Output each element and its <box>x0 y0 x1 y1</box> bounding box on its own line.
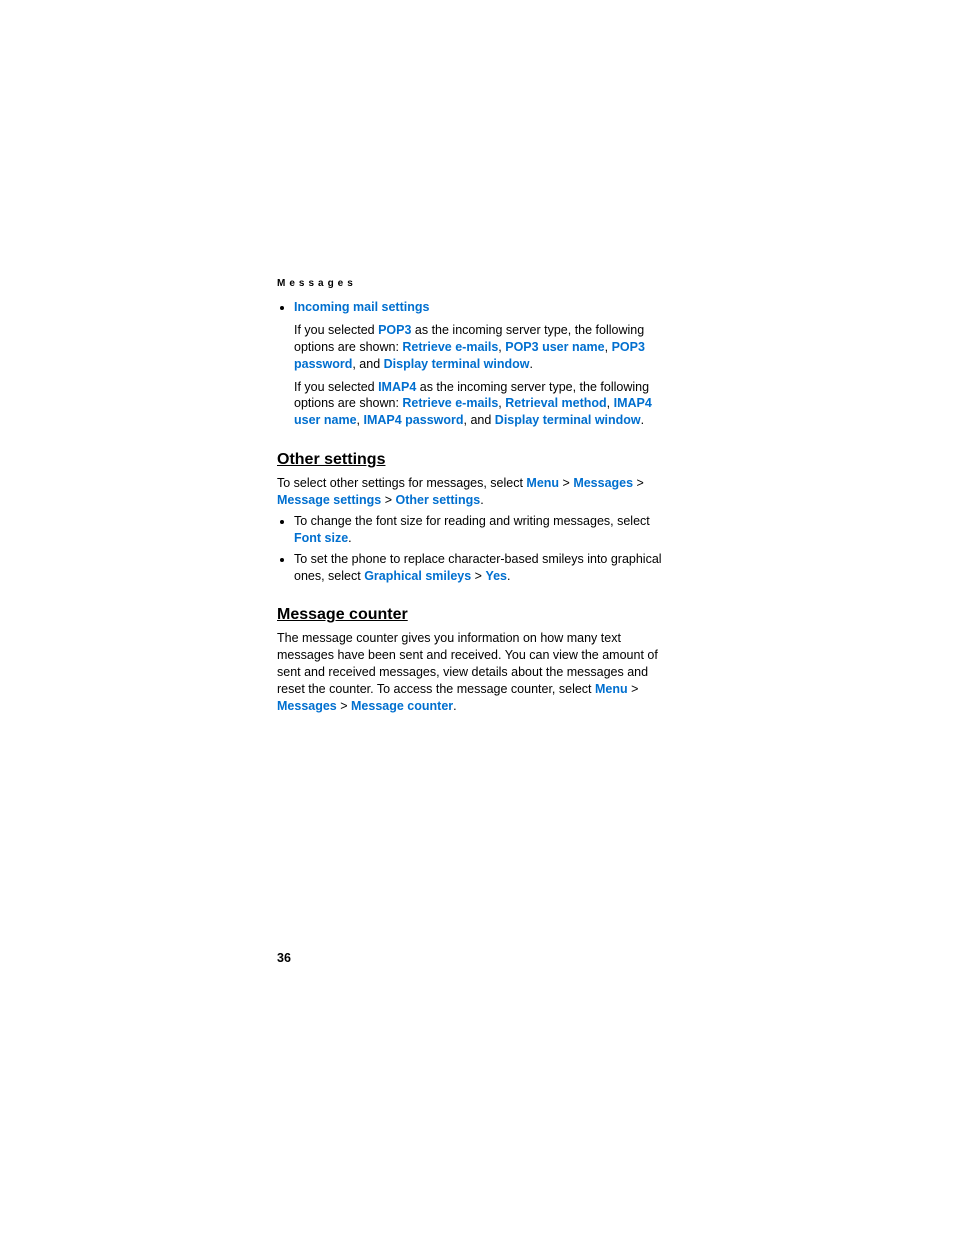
list-item: To set the phone to replace character-ba… <box>294 551 669 585</box>
message-counter-body: The message counter gives you informatio… <box>277 630 669 714</box>
imap4-link[interactable]: IMAP4 <box>378 380 416 394</box>
imap4-password-link[interactable]: IMAP4 password <box>363 413 463 427</box>
breadcrumb-sep: > <box>628 682 639 696</box>
text: , <box>605 340 612 354</box>
font-size-link[interactable]: Font size <box>294 531 348 545</box>
page-content: Messages Incoming mail settings If you s… <box>277 278 669 719</box>
incoming-mail-settings-link[interactable]: Incoming mail settings <box>294 300 429 314</box>
text: . <box>507 569 510 583</box>
text: . <box>530 357 533 371</box>
message-counter-heading: Message counter <box>277 606 669 624</box>
list-item: To change the font size for reading and … <box>294 513 669 547</box>
text: To change the font size for reading and … <box>294 514 650 528</box>
text: . <box>453 699 456 713</box>
breadcrumb-sep: > <box>633 476 644 490</box>
imap4-paragraph: If you selected IMAP4 as the incoming se… <box>294 379 669 430</box>
breadcrumb-sep: > <box>337 699 351 713</box>
pop3-link[interactable]: POP3 <box>378 323 411 337</box>
message-counter-link[interactable]: Message counter <box>351 699 453 713</box>
graphical-smileys-link[interactable]: Graphical smileys <box>364 569 471 583</box>
pop3-user-name-link[interactable]: POP3 user name <box>505 340 604 354</box>
breadcrumb-sep: > <box>559 476 573 490</box>
retrieval-method-link[interactable]: Retrieval method <box>505 396 606 410</box>
incoming-mail-list: Incoming mail settings If you selected P… <box>277 299 669 429</box>
breadcrumb-sep: > <box>471 569 485 583</box>
text: To select other settings for messages, s… <box>277 476 526 490</box>
retrieve-emails-link[interactable]: Retrieve e-mails <box>402 396 498 410</box>
page-number: 36 <box>277 951 291 965</box>
other-settings-link[interactable]: Other settings <box>395 493 480 507</box>
retrieve-emails-link[interactable]: Retrieve e-mails <box>402 340 498 354</box>
other-settings-list: To change the font size for reading and … <box>277 513 669 585</box>
yes-link[interactable]: Yes <box>485 569 507 583</box>
menu-link[interactable]: Menu <box>526 476 559 490</box>
text: , <box>607 396 614 410</box>
message-settings-link[interactable]: Message settings <box>277 493 381 507</box>
messages-link[interactable]: Messages <box>573 476 633 490</box>
text: If you selected <box>294 323 378 337</box>
messages-link[interactable]: Messages <box>277 699 337 713</box>
running-header: Messages <box>277 278 669 289</box>
text: , and <box>464 413 495 427</box>
other-settings-heading: Other settings <box>277 451 669 469</box>
text: . <box>348 531 351 545</box>
text: If you selected <box>294 380 378 394</box>
other-settings-intro: To select other settings for messages, s… <box>277 475 669 509</box>
text: , and <box>352 357 383 371</box>
list-item: Incoming mail settings If you selected P… <box>294 299 669 429</box>
menu-link[interactable]: Menu <box>595 682 628 696</box>
text: . <box>480 493 483 507</box>
text: . <box>641 413 644 427</box>
pop3-paragraph: If you selected POP3 as the incoming ser… <box>294 322 669 373</box>
breadcrumb-sep: > <box>381 493 395 507</box>
display-terminal-window-link[interactable]: Display terminal window <box>495 413 641 427</box>
display-terminal-window-link[interactable]: Display terminal window <box>384 357 530 371</box>
